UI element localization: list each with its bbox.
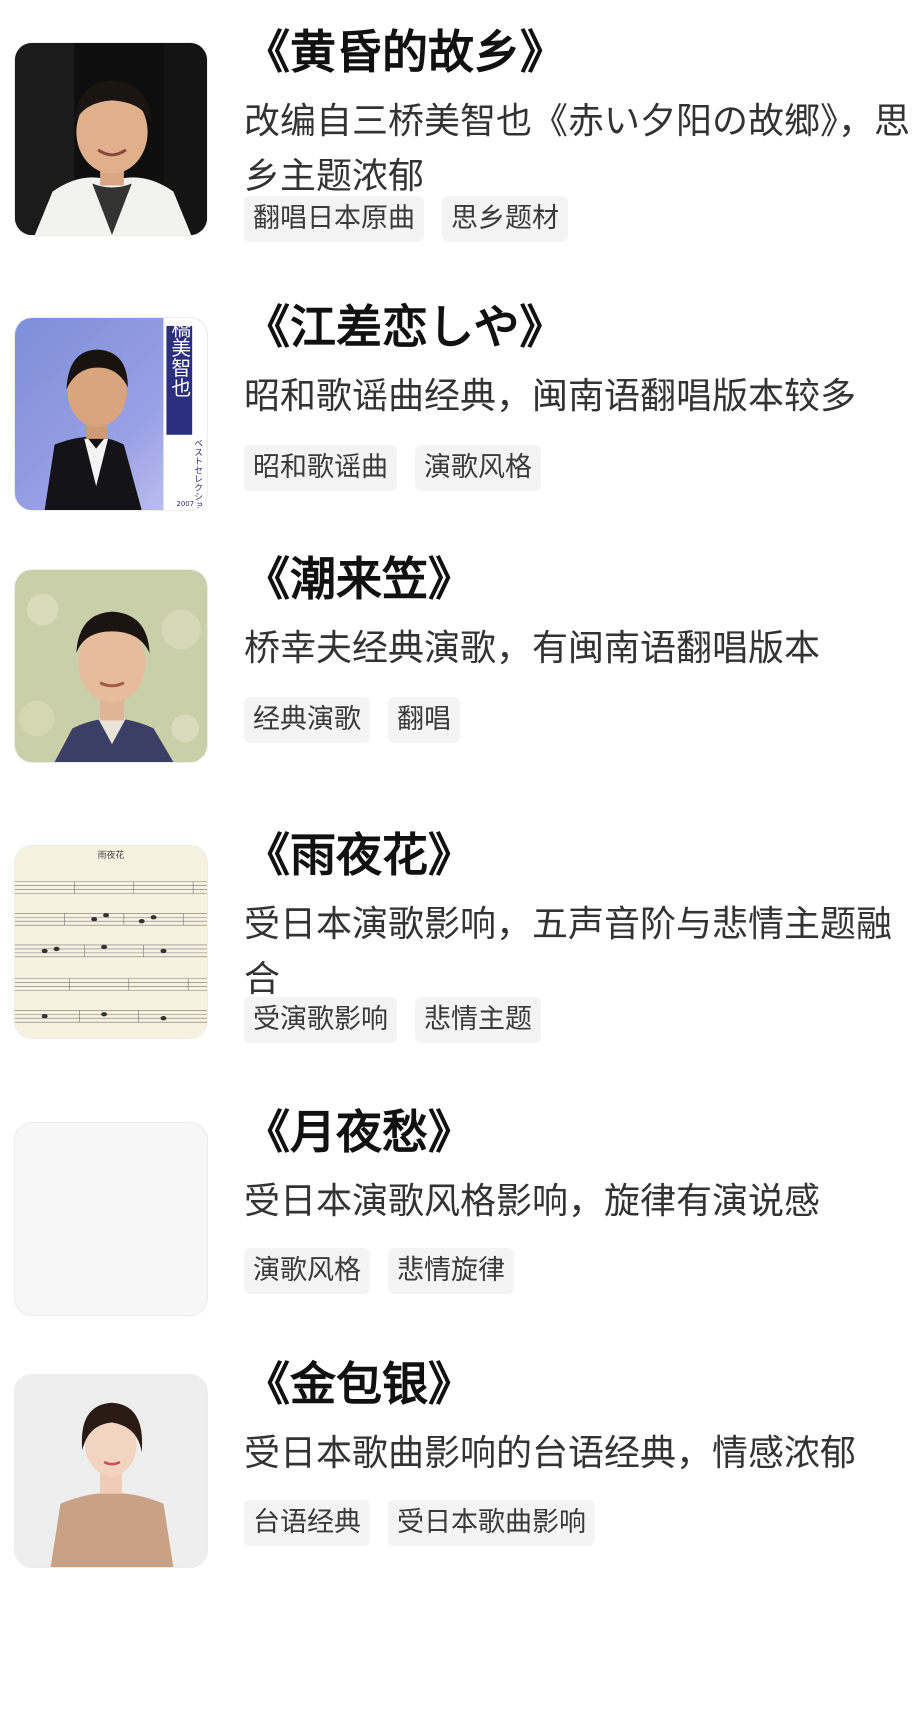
song-thumbnail[interactable]: 三橋美智也 ベストセレクション 2007 (14, 317, 208, 511)
tag-list: 台语经典 受日本歌曲影响 (244, 1500, 595, 1546)
singer-photo-icon (15, 570, 207, 762)
song-thumbnail[interactable] (14, 42, 208, 236)
tag[interactable]: 思乡题材 (442, 196, 568, 242)
song-title: 《江差恋しや》 (244, 300, 566, 354)
tag-list: 昭和歌谣曲 演歌风格 (244, 445, 541, 491)
tag[interactable]: 悲情旋律 (388, 1248, 514, 1294)
singer-photo-icon (15, 43, 207, 235)
song-thumbnail[interactable] (14, 1374, 208, 1568)
cover-year: 2007 (176, 500, 194, 508)
song-title: 《雨夜花》 (244, 828, 474, 882)
tag[interactable]: 台语经典 (244, 1500, 370, 1546)
song-thumbnail[interactable] (14, 569, 208, 763)
song-description: 受日本歌曲影响的台语经典，情感浓郁 (244, 1433, 857, 1474)
list-item[interactable]: 雨夜花 《雨夜花》 受日本演歌影响，五声音阶与悲情主题融合 受演歌影响 悲情主题 (0, 828, 917, 1125)
sheet-title: 雨夜花 (98, 849, 125, 861)
song-description: 受日本演歌影响，五声音阶与悲情主题融合 (244, 904, 893, 1000)
song-list: 《黄昏的故乡》 改编自三桥美智也《赤い夕阳の故郷》，思乡主题浓郁 翻唱日本原曲 … (0, 0, 917, 1717)
tag[interactable]: 昭和歌谣曲 (244, 445, 397, 491)
singer-photo-icon (15, 1375, 207, 1567)
list-item[interactable]: 《黄昏的故乡》 改编自三桥美智也《赤い夕阳の故郷》，思乡主题浓郁 翻唱日本原曲 … (0, 25, 917, 322)
song-title: 《金包银》 (244, 1357, 474, 1411)
tag[interactable]: 翻唱 (388, 697, 460, 743)
tag-list: 翻唱日本原曲 思乡题材 (244, 196, 568, 242)
tag-list: 演歌风格 悲情旋律 (244, 1248, 514, 1294)
tag[interactable]: 经典演歌 (244, 697, 370, 743)
tag-list: 受演歌影响 悲情主题 (244, 997, 541, 1043)
list-item[interactable]: 《潮来笠》 桥幸夫经典演歌，有闽南语翻唱版本 经典演歌 翻唱 (0, 552, 917, 849)
tag[interactable]: 演歌风格 (244, 1248, 370, 1294)
song-title: 《潮来笠》 (244, 552, 474, 606)
tag[interactable]: 翻唱日本原曲 (244, 196, 424, 242)
tag[interactable]: 悲情主题 (415, 997, 541, 1043)
tag[interactable]: 受日本歌曲影响 (388, 1500, 595, 1546)
song-title: 《黄昏的故乡》 (244, 25, 566, 79)
sheet-music-icon: 雨夜花 (15, 846, 207, 1038)
list-item[interactable]: 《金包银》 受日本歌曲影响的台语经典，情感浓郁 台语经典 受日本歌曲影响 (0, 1357, 917, 1654)
album-cover-icon: 三橋美智也 ベストセレクション 2007 (15, 318, 207, 510)
song-title: 《月夜愁》 (244, 1105, 474, 1159)
tag-list: 经典演歌 翻唱 (244, 697, 460, 743)
song-description: 受日本演歌风格影响，旋律有演说感 (244, 1181, 821, 1222)
song-thumbnail[interactable] (14, 1122, 208, 1316)
tag[interactable]: 受演歌影响 (244, 997, 397, 1043)
song-description: 桥幸夫经典演歌，有闽南语翻唱版本 (244, 628, 821, 669)
cover-name-char: 三橋美智也 (168, 318, 191, 397)
song-description: 昭和歌谣曲经典，闽南语翻唱版本较多 (244, 376, 857, 417)
song-thumbnail[interactable]: 雨夜花 (14, 845, 208, 1039)
tag[interactable]: 演歌风格 (415, 445, 541, 491)
song-description: 改编自三桥美智也《赤い夕阳の故郷》，思乡主题浓郁 (244, 101, 911, 197)
